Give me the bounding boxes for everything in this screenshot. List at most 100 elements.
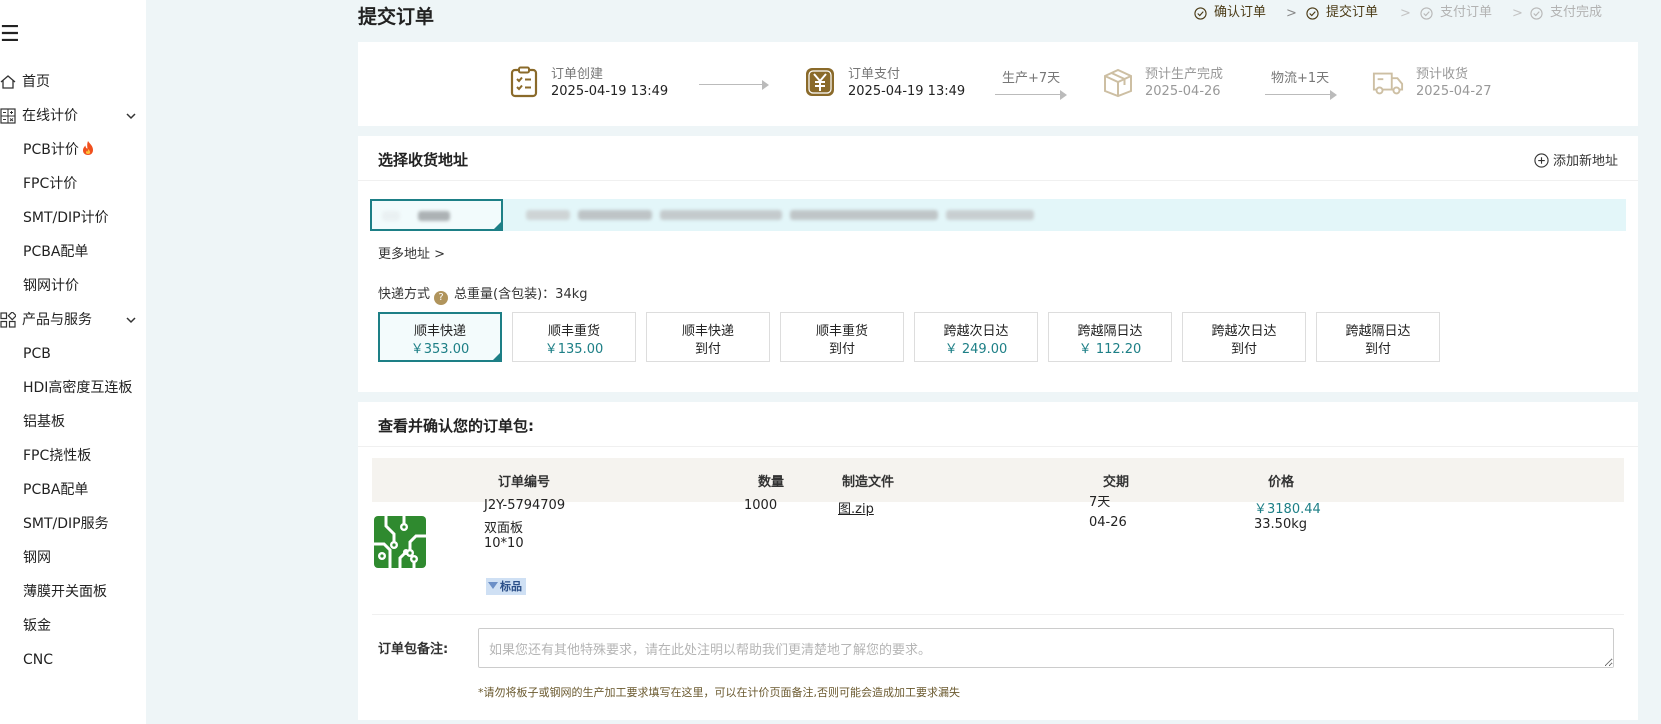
- shipping-option-sf-express[interactable]: 顺丰快递 ￥353.00: [378, 312, 502, 362]
- step-separator-icon: >: [1286, 6, 1297, 21]
- redacted-text: [946, 210, 1034, 220]
- sidebar-item-pcba-bom[interactable]: PCBA配单: [0, 241, 146, 263]
- sidebar-item-stencil-quote[interactable]: 钢网计价: [0, 275, 146, 297]
- column-header: 价格: [1268, 475, 1295, 490]
- delivery-date: 04-26: [1089, 515, 1127, 530]
- menu-toggle-icon[interactable]: ☰: [0, 22, 20, 48]
- shipping-option-payment: 到付: [694, 342, 721, 357]
- sidebar-item-smt-quote[interactable]: SMT/DIP计价: [0, 207, 146, 229]
- address-section-title: 选择收货地址: [378, 151, 469, 169]
- progress-step-date: 2025-04-26: [1145, 84, 1221, 99]
- shipping-option-payment: 到付: [828, 342, 855, 357]
- divider: [372, 614, 1624, 615]
- progress-step-date: 2025-04-19 13:49: [551, 84, 669, 99]
- progress-arrow-label: 物流+1天: [1271, 71, 1330, 86]
- sidebar-item-label: 钣金: [23, 618, 51, 634]
- shipping-option-ky-two-day-cod[interactable]: 跨越隔日达 到付: [1316, 312, 1440, 362]
- address-row[interactable]: [370, 199, 1626, 231]
- progress-arrow: [995, 90, 1067, 100]
- sidebar-item-label: FPC计价: [23, 176, 78, 192]
- order-price: ￥3180.44: [1254, 502, 1321, 517]
- check-circle-icon: [1306, 7, 1319, 20]
- selected-corner-mark: [492, 352, 501, 361]
- chevron-down-icon: [126, 317, 136, 324]
- shipping-option-price: ￥353.00: [410, 342, 470, 357]
- sidebar-item-label: 产品与服务: [22, 312, 92, 328]
- shipping-option-price: ￥ 249.00: [944, 342, 1008, 357]
- manufacturing-file-link[interactable]: 图.zip: [838, 498, 874, 517]
- redacted-text: [418, 211, 450, 221]
- shipping-method-label: 快递方式: [378, 287, 431, 302]
- shipping-option-name: 跨越隔日达: [1077, 324, 1143, 339]
- shipping-option-payment: 到付: [1364, 342, 1391, 357]
- column-header: 交期: [1103, 475, 1130, 490]
- sidebar-item-fpc-quote[interactable]: FPC计价: [0, 173, 146, 195]
- shipping-option-sf-heavy[interactable]: 顺丰重货 ￥135.00: [512, 312, 636, 362]
- grid-icon: [0, 312, 16, 328]
- check-circle-icon: [1420, 7, 1433, 20]
- sidebar-item-pcb[interactable]: PCB: [0, 343, 146, 365]
- checklist-icon: [510, 66, 538, 98]
- sidebar-item-label: HDI高密度互连板: [23, 380, 133, 396]
- box-icon: [1104, 68, 1132, 98]
- plus-circle-icon: [1534, 153, 1549, 168]
- sidebar-item-cnc[interactable]: CNC: [0, 649, 146, 671]
- sidebar-item-label: 首页: [22, 74, 50, 90]
- step-separator-icon: >: [1400, 6, 1411, 21]
- help-icon[interactable]: ?: [434, 291, 449, 305]
- add-address-button[interactable]: 添加新地址: [1534, 150, 1618, 169]
- check-circle-icon: [1530, 7, 1543, 20]
- sidebar-item-pcb-quote[interactable]: PCB计价: [0, 139, 146, 161]
- sidebar-item-label: 铝基板: [23, 414, 65, 430]
- divider: [358, 446, 1638, 447]
- shipping-option-name: 顺丰快递: [413, 324, 466, 339]
- standard-product-badge: 标品: [486, 578, 526, 595]
- sidebar-item-products[interactable]: 产品与服务: [0, 309, 146, 331]
- chevron-down-icon: [126, 113, 136, 120]
- sidebar-item-smt-service[interactable]: SMT/DIP服务: [0, 513, 146, 535]
- sidebar-item-fpc[interactable]: FPC挠性板: [0, 445, 146, 467]
- sidebar-item-pcba[interactable]: PCBA配单: [0, 479, 146, 501]
- remark-label: 订单包备注:: [378, 642, 449, 657]
- step-separator-icon: >: [1512, 6, 1523, 21]
- more-addresses-link[interactable]: 更多地址 >: [378, 243, 445, 262]
- redacted-text: [790, 210, 938, 220]
- progress-arrow: [699, 80, 769, 90]
- column-header: 数量: [758, 475, 785, 490]
- column-header: 订单编号: [498, 475, 551, 490]
- sidebar-item-label: PCBA配单: [23, 244, 89, 260]
- add-address-label: 添加新地址: [1552, 154, 1618, 169]
- shipping-option-payment: 到付: [1230, 342, 1257, 357]
- sidebar-item-label: FPC挠性板: [23, 448, 92, 464]
- progress-step-label: 预计生产完成: [1145, 67, 1224, 82]
- sidebar-item-label: 钢网: [23, 550, 51, 566]
- check-circle-icon: [1194, 7, 1207, 20]
- sidebar-item-sheet-metal[interactable]: 钣金: [0, 615, 146, 637]
- shipping-option-price: ￥ 112.20: [1078, 342, 1142, 357]
- shipping-option-price: ￥135.00: [544, 342, 604, 357]
- shipping-option-sf-heavy-cod[interactable]: 顺丰重货 到付: [780, 312, 904, 362]
- sidebar-item-aluminum[interactable]: 铝基板: [0, 411, 146, 433]
- shipping-option-name: 顺丰重货: [815, 324, 868, 339]
- address-shipping-card: 选择收货地址 添加新地址 更多地址 > 快递方式? 总重量(含包装)：34kg 顺…: [358, 136, 1638, 392]
- sidebar-item-membrane[interactable]: 薄膜开关面板: [0, 581, 146, 603]
- sidebar-item-online-quote[interactable]: 在线计价: [0, 105, 146, 127]
- shipping-option-ky-two-day[interactable]: 跨越隔日达 ￥ 112.20: [1048, 312, 1172, 362]
- sidebar-item-stencil[interactable]: 钢网: [0, 547, 146, 569]
- shipping-option-ky-next-day-cod[interactable]: 跨越次日达 到付: [1182, 312, 1306, 362]
- order-number: J2Y-5794709: [484, 498, 566, 513]
- sidebar-item-label: PCB: [23, 346, 51, 362]
- truck-icon: [1372, 72, 1404, 95]
- sidebar-item-home[interactable]: 首页: [0, 71, 146, 93]
- shipping-option-ky-next-day[interactable]: 跨越次日达 ￥ 249.00: [914, 312, 1038, 362]
- order-package-card: 查看并确认您的订单包: 订单编号 数量 制造文件 交期 价格 J2Y-57947…: [358, 402, 1638, 720]
- board-type: 双面板: [484, 521, 524, 536]
- remark-textarea[interactable]: [478, 628, 1614, 668]
- order-section-title: 查看并确认您的订单包:: [378, 417, 534, 435]
- progress-arrow: [1265, 90, 1337, 100]
- shipping-option-sf-express-cod[interactable]: 顺丰快递 到付: [646, 312, 770, 362]
- sidebar-item-label: SMT/DIP计价: [23, 210, 109, 226]
- address-recipient-selected[interactable]: [370, 199, 503, 231]
- sidebar-item-hdi[interactable]: HDI高密度互连板: [0, 377, 146, 399]
- shipping-option-name: 顺丰快递: [681, 324, 734, 339]
